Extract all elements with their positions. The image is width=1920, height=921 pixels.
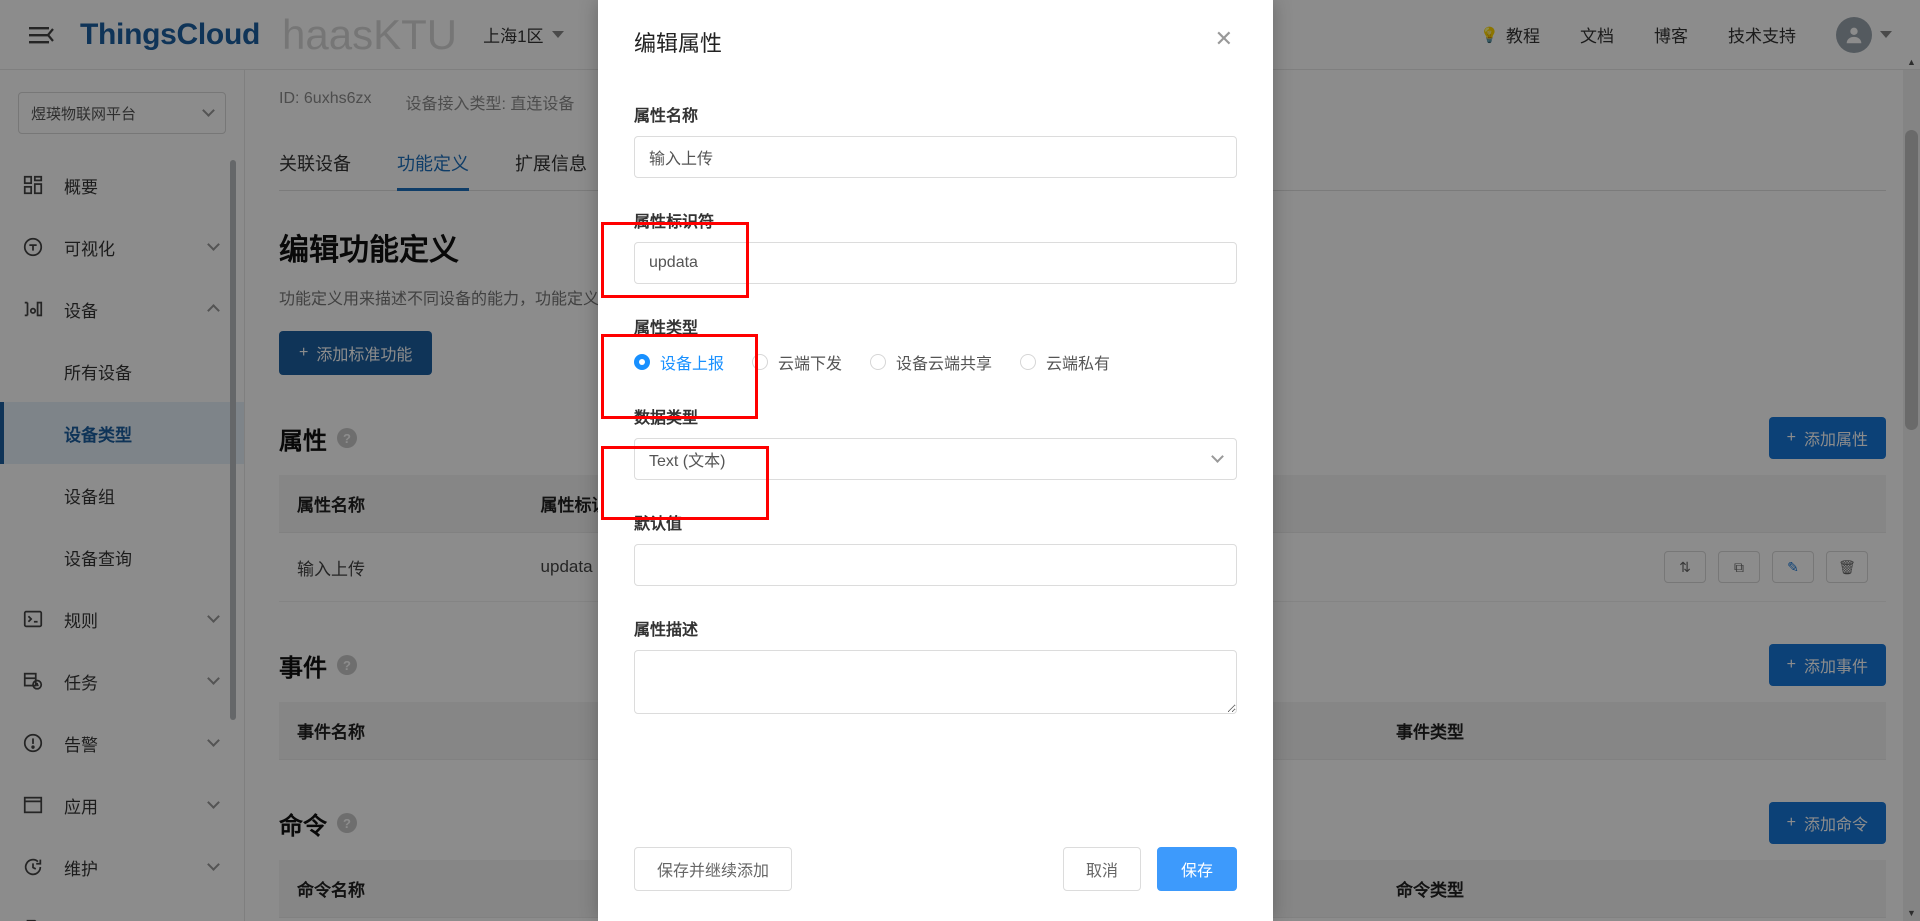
- data-type-select[interactable]: Text (文本): [634, 438, 1237, 480]
- radio-cloud-private-label: 云端私有: [1046, 356, 1111, 373]
- dialog-footer: 保存并继续添加 取消 保存: [598, 825, 1273, 921]
- field-property-description: 属性描述: [634, 616, 1237, 719]
- property-name-input[interactable]: [634, 136, 1237, 178]
- radio-device-report-label: 设备上报: [660, 356, 725, 373]
- property-description-label: 属性描述: [634, 622, 699, 639]
- cancel-button[interactable]: 取消: [1062, 847, 1141, 891]
- dialog-title: 编辑属性: [634, 31, 723, 56]
- property-name-label: 属性名称: [634, 108, 699, 125]
- property-type-label: 属性类型: [634, 320, 699, 337]
- close-icon[interactable]: ✕: [1211, 26, 1237, 52]
- chevron-down-icon: [1211, 450, 1224, 463]
- radio-cloud-issue-label: 云端下发: [778, 356, 843, 373]
- radio-dot-icon: [1020, 354, 1037, 370]
- edit-property-dialog: 编辑属性 ✕ 属性名称 属性标识符 属性类型 设备上报: [598, 0, 1273, 921]
- property-identifier-input[interactable]: [634, 242, 1237, 284]
- field-property-type: 属性类型 设备上报 云端下发 设备云端共享 云端私有: [634, 314, 1237, 374]
- field-data-type: 数据类型 Text (文本): [634, 404, 1237, 480]
- property-type-radio-group: 设备上报 云端下发 设备云端共享 云端私有: [634, 350, 1237, 374]
- radio-cloud-issue[interactable]: 云端下发: [752, 350, 842, 374]
- radio-dot-icon: [634, 354, 650, 370]
- property-identifier-label: 属性标识符: [634, 214, 715, 231]
- data-type-value: Text (文本): [649, 453, 726, 470]
- default-value-input[interactable]: [634, 544, 1237, 586]
- field-property-identifier: 属性标识符: [634, 208, 1237, 284]
- radio-cloud-private[interactable]: 云端私有: [1020, 350, 1110, 374]
- field-default-value: 默认值: [634, 510, 1237, 586]
- save-and-continue-button[interactable]: 保存并继续添加: [634, 847, 793, 891]
- radio-dot-icon: [752, 354, 769, 370]
- dialog-footer-right: 取消 保存: [1062, 847, 1237, 891]
- dialog-body: 属性名称 属性标识符 属性类型 设备上报 云端下发: [598, 58, 1273, 825]
- radio-device-cloud-shared[interactable]: 设备云端共享: [870, 350, 992, 374]
- radio-device-cloud-shared-label: 设备云端共享: [896, 356, 993, 373]
- radio-dot-icon: [870, 354, 887, 370]
- save-button[interactable]: 保存: [1157, 847, 1237, 891]
- radio-device-report[interactable]: 设备上报: [634, 350, 724, 374]
- default-value-label: 默认值: [634, 516, 683, 533]
- data-type-label: 数据类型: [634, 410, 699, 427]
- field-property-name: 属性名称: [634, 102, 1237, 178]
- dialog-header: 编辑属性 ✕: [598, 0, 1273, 58]
- property-description-textarea[interactable]: [634, 650, 1237, 714]
